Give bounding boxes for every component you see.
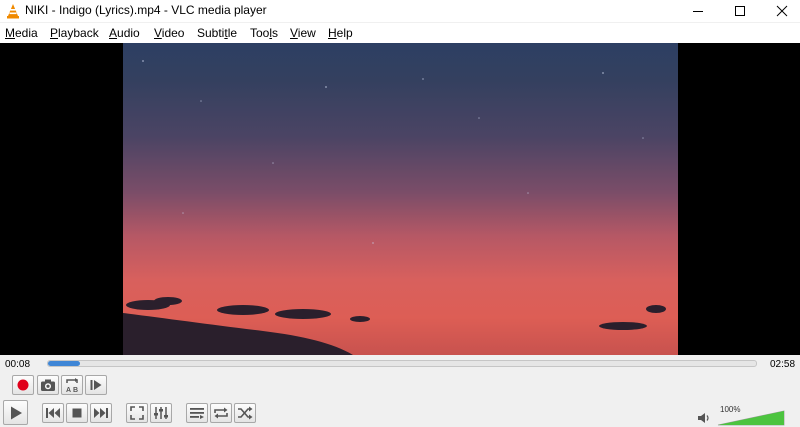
loop-icon (214, 407, 228, 419)
vlc-window: NIKI - Indigo (Lyrics).mp4 - VLC media p… (0, 0, 800, 427)
seek-progress (48, 361, 80, 366)
frame-step-icon (90, 380, 102, 390)
close-icon (776, 5, 788, 17)
menu-audio[interactable]: Audio (109, 26, 140, 40)
menu-video[interactable]: Video (154, 26, 184, 40)
previous-button[interactable] (42, 403, 64, 423)
menu-bar: Media Playback Audio Video Subtitle Tool… (0, 23, 800, 43)
extended-settings-icon (154, 407, 168, 419)
maximize-button[interactable] (720, 0, 760, 22)
snapshot-button[interactable] (37, 375, 59, 395)
loop-ab-button[interactable]: AB (61, 375, 83, 395)
minimize-icon (693, 11, 703, 12)
maximize-icon (735, 6, 745, 16)
stop-icon (72, 408, 82, 418)
loop-ab-icon: AB (66, 378, 78, 393)
menu-media[interactable]: Media (5, 26, 38, 40)
title-bar: NIKI - Indigo (Lyrics).mp4 - VLC media p… (0, 0, 800, 22)
sunset-sky-image (123, 60, 666, 355)
menu-view[interactable]: View (290, 26, 316, 40)
previous-icon (46, 408, 60, 418)
stop-button[interactable] (66, 403, 88, 423)
play-icon (10, 406, 22, 419)
close-button[interactable] (762, 0, 800, 22)
next-icon (94, 408, 108, 418)
video-area[interactable] (0, 43, 800, 355)
playlist-button[interactable] (186, 403, 208, 423)
menu-help[interactable]: Help (328, 26, 353, 40)
seek-bar[interactable] (47, 360, 757, 367)
fullscreen-button[interactable] (126, 403, 148, 423)
shuffle-button[interactable] (234, 403, 256, 423)
record-icon (17, 379, 29, 391)
seek-row: 00:08 02:58 (0, 355, 800, 373)
window-title: NIKI - Indigo (Lyrics).mp4 - VLC media p… (25, 3, 267, 17)
loop-button[interactable] (210, 403, 232, 423)
fullscreen-icon (130, 406, 144, 420)
minimize-button[interactable] (678, 0, 718, 22)
next-button[interactable] (90, 403, 112, 423)
vlc-cone-icon (7, 4, 19, 19)
playlist-icon (190, 408, 204, 419)
menu-tools[interactable]: Tools (250, 26, 278, 40)
volume-slider[interactable] (717, 407, 785, 426)
shuffle-icon (238, 406, 253, 420)
svg-text:A: A (66, 387, 71, 393)
play-button[interactable] (3, 400, 28, 425)
total-time[interactable]: 02:58 (770, 359, 795, 370)
menu-playback[interactable]: Playback (50, 26, 99, 40)
speaker-icon[interactable] (697, 412, 711, 424)
record-button[interactable] (12, 375, 34, 395)
camera-icon (41, 379, 55, 391)
elapsed-time[interactable]: 00:08 (5, 359, 30, 370)
video-frame[interactable] (123, 43, 678, 355)
extended-settings-button[interactable] (150, 403, 172, 423)
menu-subtitle[interactable]: Subtitle (197, 26, 237, 40)
frame-step-button[interactable] (85, 375, 107, 395)
svg-text:B: B (73, 387, 78, 393)
